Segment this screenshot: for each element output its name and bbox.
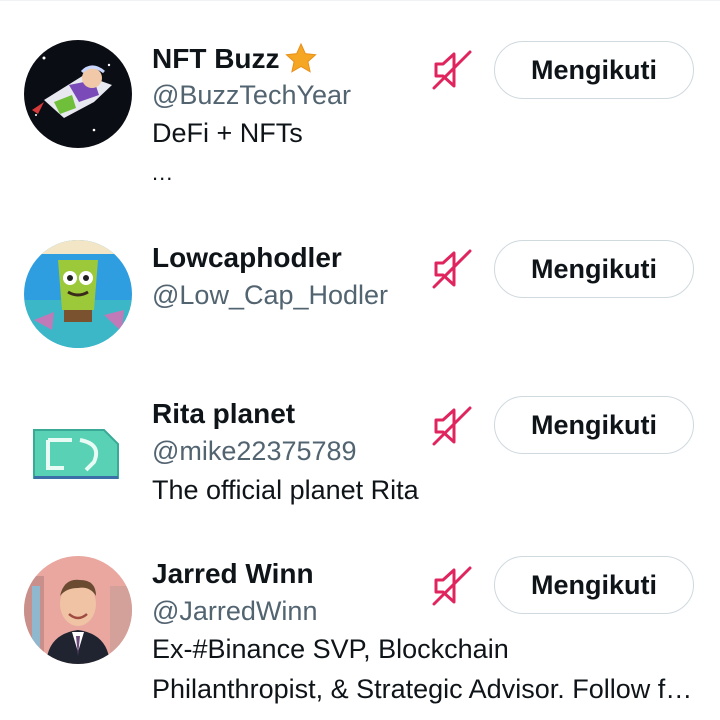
following-button[interactable]: Mengikuti	[494, 556, 694, 614]
user-handle: @JarredWinn	[152, 596, 318, 626]
user-row[interactable]: NFT Buzz @BuzzTechYear DeFi + NFTs ... M…	[0, 0, 720, 200]
avatar-image	[24, 40, 132, 148]
avatar-image	[24, 396, 132, 504]
display-name[interactable]: Rita planet	[152, 398, 295, 430]
user-row[interactable]: Jarred Winn @JarredWinn Ex-#Binance SVP,…	[0, 540, 720, 720]
display-name[interactable]: NFT Buzz	[152, 42, 318, 81]
bio-more-indicator: ...	[152, 160, 174, 185]
avatar[interactable]	[24, 396, 132, 504]
display-name[interactable]: Lowcaphodler	[152, 242, 342, 274]
avatar[interactable]	[24, 556, 132, 664]
user-row[interactable]: Lowcaphodler @Low_Cap_Hodler Mengikuti	[0, 200, 720, 380]
star-badge-icon	[284, 42, 318, 81]
user-row[interactable]: Rita planet @mike22375789 The official p…	[0, 380, 720, 540]
bio-line: DeFi + NFTs	[152, 118, 303, 148]
user-handle: @Low_Cap_Hodler	[152, 280, 389, 310]
display-name[interactable]: Jarred Winn	[152, 558, 314, 590]
speaker-muted-icon[interactable]	[430, 48, 474, 92]
following-button[interactable]: Mengikuti	[494, 41, 694, 99]
user-bio: The official planet Rita	[152, 470, 702, 510]
following-button[interactable]: Mengikuti	[494, 240, 694, 298]
user-handle: @mike22375789	[152, 436, 357, 466]
bio-line: Philanthropist, & Strategic Advisor. Fol…	[152, 674, 697, 704]
avatar-image	[24, 556, 132, 664]
speaker-muted-icon[interactable]	[430, 247, 474, 291]
bio-line: Ex-#Binance SVP, Blockchain	[152, 634, 509, 664]
user-bio: Ex-#Binance SVP, Blockchain Philanthropi…	[152, 629, 702, 709]
avatar-image	[24, 240, 132, 348]
avatar[interactable]	[24, 240, 132, 348]
user-bio: DeFi + NFTs	[152, 113, 702, 153]
avatar[interactable]	[24, 40, 132, 148]
user-handle: @BuzzTechYear	[152, 80, 352, 110]
following-button[interactable]: Mengikuti	[494, 396, 694, 454]
bio-line: The official planet Rita	[152, 475, 419, 505]
speaker-muted-icon[interactable]	[430, 564, 474, 608]
speaker-muted-icon[interactable]	[430, 404, 474, 448]
